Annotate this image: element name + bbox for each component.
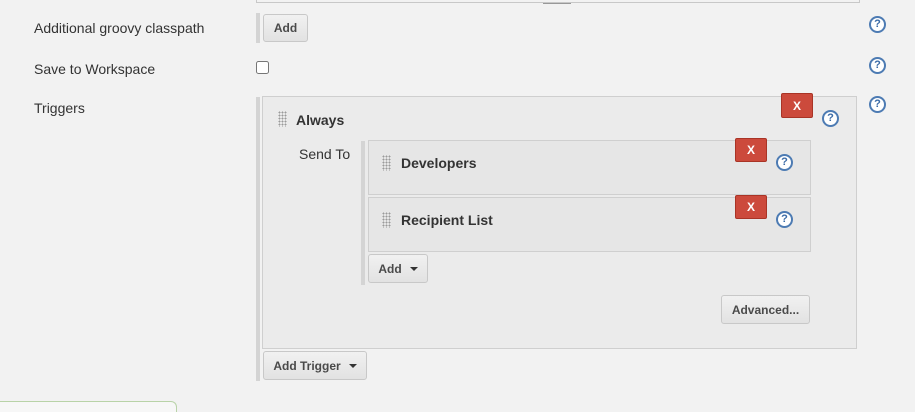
help-icon[interactable]: ?	[822, 110, 839, 127]
triggers-label: Triggers	[34, 100, 85, 116]
drag-handle-icon[interactable]	[278, 111, 287, 127]
remove-recipient-button[interactable]: X	[735, 195, 767, 219]
add-recipient-button[interactable]: Add	[368, 254, 428, 283]
remove-trigger-button[interactable]: X	[781, 93, 813, 118]
recipient-name: Developers	[401, 155, 477, 171]
classpath-label: Additional groovy classpath	[34, 20, 205, 36]
resize-grip[interactable]	[543, 0, 571, 4]
remove-recipient-button[interactable]: X	[735, 138, 767, 162]
help-icon[interactable]: ?	[869, 96, 886, 113]
help-icon[interactable]: ?	[869, 16, 886, 33]
triggers-indent-bar	[256, 97, 260, 381]
help-icon[interactable]: ?	[776, 154, 793, 171]
save-to-workspace-checkbox[interactable]	[256, 61, 269, 74]
classpath-indent-bar	[256, 13, 260, 43]
help-icon[interactable]: ?	[869, 57, 886, 74]
save-to-workspace-label: Save to Workspace	[34, 61, 156, 77]
add-trigger-label: Add Trigger	[273, 358, 341, 373]
add-recipient-label: Add	[378, 261, 402, 276]
trigger-name: Always	[296, 112, 345, 128]
dropdown-caret-icon	[409, 266, 418, 271]
drag-handle-icon[interactable]	[382, 155, 391, 171]
drag-handle-icon[interactable]	[382, 212, 391, 228]
advanced-button[interactable]: Advanced...	[721, 295, 810, 324]
add-trigger-button[interactable]: Add Trigger	[263, 351, 367, 380]
dropdown-caret-icon	[348, 363, 357, 368]
recipient-name: Recipient List	[401, 212, 493, 228]
help-icon[interactable]: ?	[776, 211, 793, 228]
send-to-indent-bar	[361, 141, 365, 285]
send-to-label: Send To	[299, 146, 351, 162]
add-classpath-button[interactable]: Add	[263, 14, 308, 42]
